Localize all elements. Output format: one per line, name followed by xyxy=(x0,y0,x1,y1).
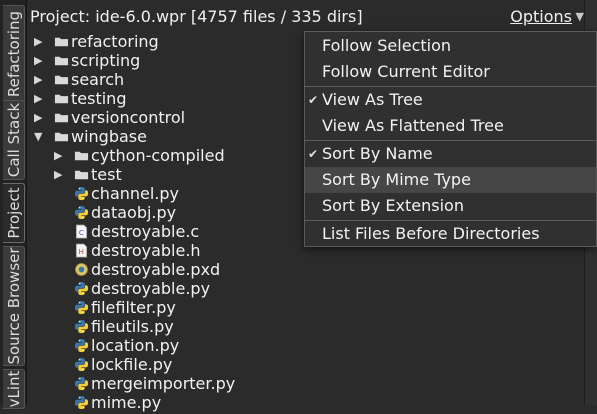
expand-arrow-icon[interactable]: ▶ xyxy=(34,108,48,127)
tree-file-row[interactable]: filefilter.py xyxy=(27,298,584,317)
tree-item-label: testing xyxy=(71,89,127,108)
expand-arrow-icon[interactable]: ▶ xyxy=(34,32,48,51)
vertical-tab-refactoring[interactable]: Refactoring xyxy=(3,5,25,103)
options-button[interactable]: Options xyxy=(510,7,572,26)
tree-file-row[interactable]: destroyable.py xyxy=(27,279,584,298)
header-file-icon: H xyxy=(74,243,89,258)
tree-item-label: mergeimporter.py xyxy=(91,374,236,393)
vertical-tab-strip: Refactoring Call Stack Project Source Brows… xyxy=(0,0,27,409)
tree-item-label: scripting xyxy=(71,51,141,70)
folder-icon xyxy=(74,148,89,163)
menu-item-sort-by-mime-type[interactable]: Sort By Mime Type xyxy=(305,167,596,193)
python-file-icon xyxy=(74,376,89,391)
tree-file-row[interactable]: fileutils.py xyxy=(27,317,584,336)
python-file-icon xyxy=(74,281,89,296)
tree-item-label: cython-compiled xyxy=(91,146,225,165)
python-file-icon xyxy=(74,395,89,410)
folder-icon xyxy=(54,53,69,68)
menu-item-label: Follow Selection xyxy=(322,36,452,55)
python-file-icon xyxy=(74,300,89,315)
cython-file-icon xyxy=(74,262,89,277)
tree-item-label: location.py xyxy=(91,336,180,355)
tree-item-label: channel.py xyxy=(91,184,180,203)
tree-item-label: lockfile.py xyxy=(91,355,173,374)
options-dropdown-icon[interactable]: ▼ xyxy=(576,10,584,23)
python-file-icon xyxy=(74,186,89,201)
tree-file-row[interactable]: lockfile.py xyxy=(27,355,584,374)
folder-icon xyxy=(54,110,69,125)
vertical-tab-label: Project xyxy=(4,187,23,239)
vertical-tab-label: vLint xyxy=(4,370,23,408)
menu-item-sort-by-extension[interactable]: Sort By Extension xyxy=(305,193,596,219)
project-header: Project: ide-6.0.wpr [4757 files / 335 d… xyxy=(27,0,584,32)
menu-item-label: View As Tree xyxy=(322,90,423,109)
tree-item-label: fileutils.py xyxy=(91,317,174,336)
expand-arrow-icon[interactable]: ▶ xyxy=(54,146,68,165)
tree-file-row[interactable]: mergeimporter.py xyxy=(27,374,584,393)
vertical-tab-call-stack[interactable]: Call Stack xyxy=(3,100,25,180)
menu-item-label: Follow Current Editor xyxy=(322,62,490,81)
tree-item-label: destroyable.h xyxy=(91,241,201,260)
menu-item-label: List Files Before Directories xyxy=(322,224,540,243)
tree-item-label: test xyxy=(91,165,122,184)
vertical-tab-vlint[interactable]: vLint xyxy=(3,369,25,409)
menu-item-list-files-before-directories[interactable]: List Files Before Directories xyxy=(305,221,596,247)
python-file-icon xyxy=(74,319,89,334)
expand-arrow-icon[interactable]: ▶ xyxy=(34,89,48,108)
vertical-tab-source-browser[interactable]: Source Browser xyxy=(3,246,25,366)
vertical-tab-label: Refactoring xyxy=(4,10,23,98)
folder-icon xyxy=(54,91,69,106)
expand-arrow-icon[interactable]: ▶ xyxy=(54,165,68,184)
tree-item-label: mime.py xyxy=(91,393,162,412)
menu-item-label: Sort By Name xyxy=(322,144,433,163)
tree-item-label: search xyxy=(71,70,125,89)
tree-item-label: destroyable.pxd xyxy=(91,260,221,279)
folder-icon xyxy=(74,167,89,182)
menu-item-follow-current-editor[interactable]: Follow Current Editor xyxy=(305,59,596,85)
collapse-arrow-icon[interactable]: ▼ xyxy=(34,127,48,146)
svg-text:C: C xyxy=(79,228,84,237)
tree-item-label: refactoring xyxy=(71,32,159,51)
menu-item-label: Sort By Mime Type xyxy=(322,170,471,189)
tree-item-label: destroyable.py xyxy=(91,279,211,298)
expand-arrow-icon[interactable]: ▶ xyxy=(34,51,48,70)
tree-file-row[interactable]: destroyable.pxd xyxy=(27,260,584,279)
tree-file-row[interactable]: location.py xyxy=(27,336,584,355)
vertical-tab-label: Call Stack xyxy=(4,102,23,178)
tree-item-label: destroyable.c xyxy=(91,222,200,241)
folder-icon xyxy=(54,129,69,144)
vertical-tab-label: Source Browser xyxy=(4,247,23,365)
tree-item-label: filefilter.py xyxy=(91,298,176,317)
menu-item-label: View As Flattened Tree xyxy=(322,116,504,135)
svg-text:H: H xyxy=(79,247,84,256)
menu-item-view-as-flattened-tree[interactable]: View As Flattened Tree xyxy=(305,113,596,139)
c-file-icon: C xyxy=(74,224,89,239)
menu-item-sort-by-name[interactable]: ✔ Sort By Name xyxy=(305,141,596,167)
expand-arrow-icon[interactable]: ▶ xyxy=(34,70,48,89)
options-menu: Follow Selection Follow Current Editor ✔ Vi… xyxy=(304,31,597,247)
menu-item-follow-selection[interactable]: Follow Selection xyxy=(305,33,596,59)
tree-item-label: dataobj.py xyxy=(91,203,177,222)
vertical-tab-project[interactable]: Project xyxy=(3,183,25,243)
python-file-icon xyxy=(74,205,89,220)
menu-item-view-as-tree[interactable]: ✔ View As Tree xyxy=(305,87,596,113)
checkmark-icon: ✔ xyxy=(308,93,319,107)
tree-item-label: versioncontrol xyxy=(71,108,186,127)
checkmark-icon: ✔ xyxy=(308,147,319,161)
python-file-icon xyxy=(74,357,89,372)
folder-icon xyxy=(54,34,69,49)
folder-icon xyxy=(54,72,69,87)
tree-file-row[interactable]: mime.py xyxy=(27,393,584,412)
python-file-icon xyxy=(74,338,89,353)
menu-item-label: Sort By Extension xyxy=(322,196,464,215)
tree-item-label: wingbase xyxy=(71,127,147,146)
project-title: Project: ide-6.0.wpr [4757 files / 335 d… xyxy=(30,7,363,26)
